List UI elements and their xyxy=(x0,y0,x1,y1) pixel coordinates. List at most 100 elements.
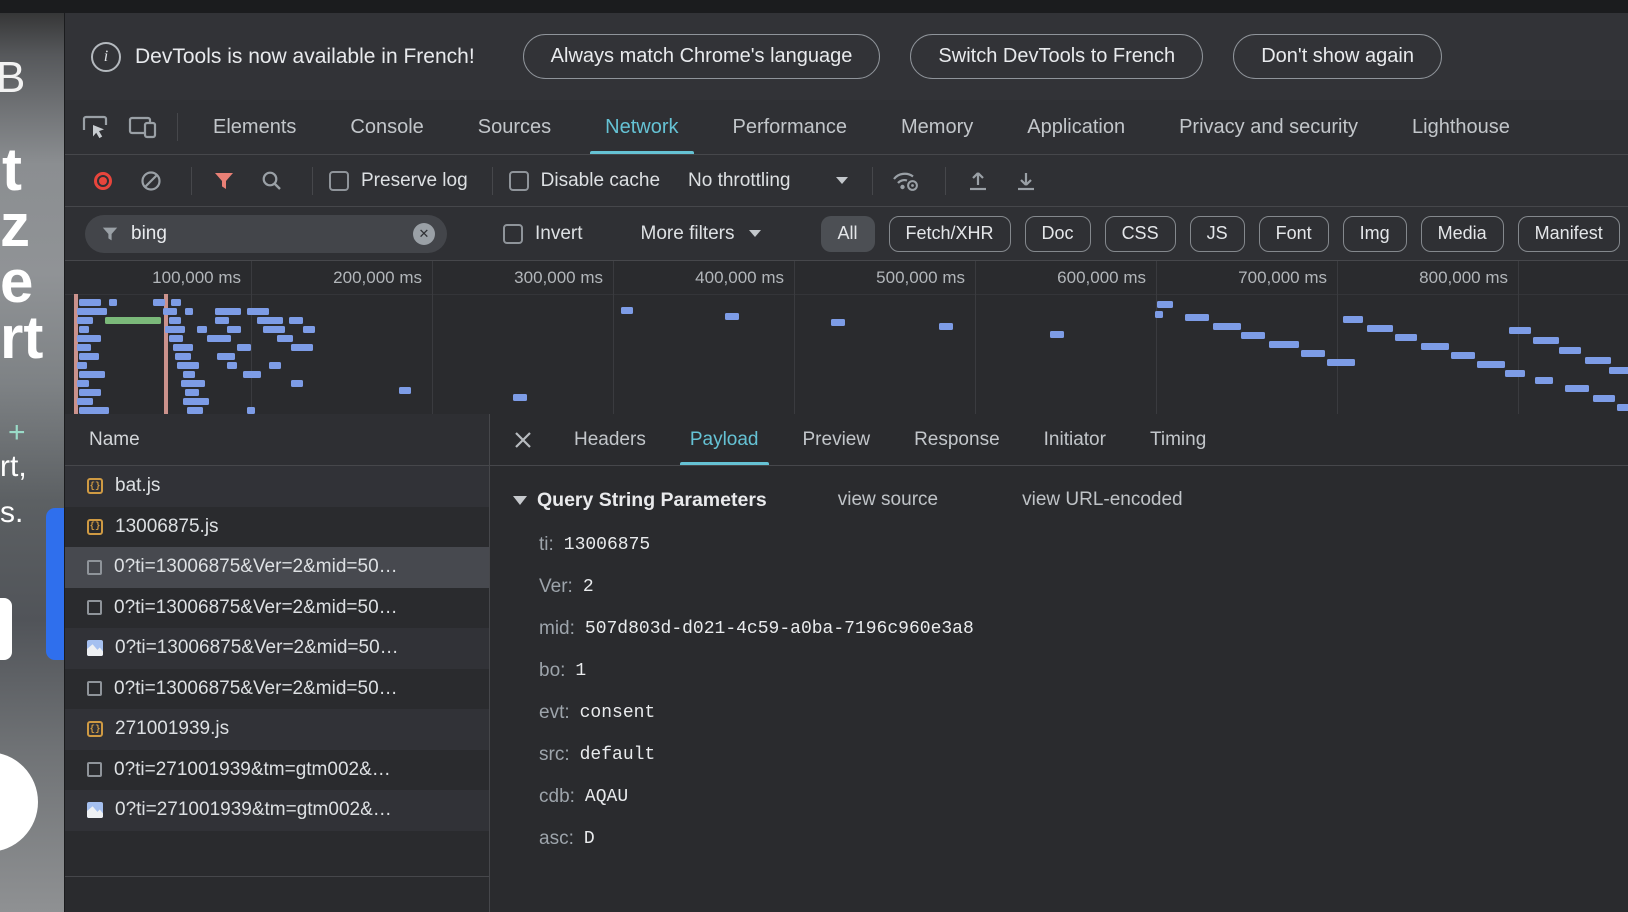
network-conditions-icon[interactable] xyxy=(889,164,921,198)
waterfall-request-bar xyxy=(227,362,237,369)
tab-application[interactable]: Application xyxy=(1000,100,1152,154)
request-row[interactable]: 0?ti=13006875&Ver=2&mid=50… xyxy=(65,669,489,710)
payload-pane: Query String Parameters view source view… xyxy=(490,466,1628,860)
clear-network-log-icon[interactable] xyxy=(135,164,167,198)
page-text-fragment: s. xyxy=(0,498,23,528)
details-tabs: HeadersPayloadPreviewResponseInitiatorTi… xyxy=(552,414,1228,465)
page-white-card-fragment xyxy=(0,598,12,660)
waterfall-request-bar xyxy=(79,371,105,378)
filter-chip-font[interactable]: Font xyxy=(1259,216,1329,252)
detail-tab-initiator[interactable]: Initiator xyxy=(1022,414,1128,465)
request-name: 0?ti=13006875&Ver=2&mid=50… xyxy=(114,597,398,619)
tab-console[interactable]: Console xyxy=(323,100,450,154)
view-url-encoded-link[interactable]: view URL-encoded xyxy=(1022,489,1183,511)
detail-tab-response[interactable]: Response xyxy=(892,414,1022,465)
network-overview-waterfall[interactable]: 100,000 ms200,000 ms300,000 ms400,000 ms… xyxy=(65,261,1628,415)
chevron-down-icon xyxy=(836,177,848,184)
record-button[interactable] xyxy=(87,164,119,198)
devtools-panel: i DevTools is now available in French! A… xyxy=(64,13,1628,912)
request-row[interactable]: 0?ti=13006875&Ver=2&mid=50… xyxy=(65,628,489,669)
waterfall-request-bar xyxy=(1327,359,1355,366)
view-source-link[interactable]: view source xyxy=(838,489,938,511)
filter-chip-fetch-xhr[interactable]: Fetch/XHR xyxy=(889,216,1011,252)
tab-network[interactable]: Network xyxy=(578,100,705,154)
request-row[interactable]: {}271001939.js xyxy=(65,709,489,750)
disclosure-triangle-icon xyxy=(513,496,527,505)
waterfall-request-bar xyxy=(269,362,281,369)
export-har-icon[interactable] xyxy=(1010,164,1042,198)
waterfall-request-bar xyxy=(187,407,203,414)
more-filters-label: More filters xyxy=(641,223,735,245)
waterfall-request-bar xyxy=(1617,404,1628,411)
filter-chip-img[interactable]: Img xyxy=(1343,216,1407,252)
waterfall-request-bar xyxy=(1535,377,1553,384)
query-string-parameters-header[interactable]: Query String Parameters view source view… xyxy=(513,482,1628,518)
filter-chip-all[interactable]: All xyxy=(821,216,875,252)
request-row[interactable]: 0?ti=13006875&Ver=2&mid=50… xyxy=(65,588,489,629)
tab-elements[interactable]: Elements xyxy=(186,100,323,154)
filter-chip-js[interactable]: JS xyxy=(1190,216,1245,252)
waterfall-time-label: 500,000 ms xyxy=(876,268,965,288)
waterfall-request-bar xyxy=(1155,311,1163,318)
request-rows: {}bat.js{}13006875.js0?ti=13006875&Ver=2… xyxy=(65,466,489,831)
waterfall-request-bar xyxy=(77,380,89,387)
request-row[interactable]: {}13006875.js xyxy=(65,507,489,548)
page-chat-fab-fragment[interactable] xyxy=(0,752,38,852)
waterfall-time-label: 400,000 ms xyxy=(695,268,784,288)
waterfall-request-bar xyxy=(215,308,241,315)
name-column-header[interactable]: Name xyxy=(65,414,489,466)
close-icon[interactable] xyxy=(510,414,536,465)
search-icon[interactable] xyxy=(256,164,288,198)
waterfall-request-bar xyxy=(177,362,199,369)
waterfall-request-bar xyxy=(197,326,207,333)
param-name: ti: xyxy=(539,534,554,556)
request-row[interactable]: 0?ti=271001939&tm=gtm002&… xyxy=(65,750,489,791)
tab-memory[interactable]: Memory xyxy=(874,100,1000,154)
filter-chip-manifest[interactable]: Manifest xyxy=(1518,216,1620,252)
waterfall-time-label: 600,000 ms xyxy=(1057,268,1146,288)
waterfall-request-bar xyxy=(163,308,177,315)
request-row[interactable]: {}bat.js xyxy=(65,466,489,507)
details-tab-bar: HeadersPayloadPreviewResponseInitiatorTi… xyxy=(490,414,1628,466)
detail-tab-preview[interactable]: Preview xyxy=(781,414,893,465)
param-name: asc: xyxy=(539,828,574,850)
clear-filter-icon[interactable]: ✕ xyxy=(413,223,435,245)
detail-tab-timing[interactable]: Timing xyxy=(1128,414,1228,465)
request-row[interactable]: 0?ti=271001939&tm=gtm002&… xyxy=(65,790,489,831)
waterfall-request-bar xyxy=(1565,385,1589,392)
tab-privacy-and-security[interactable]: Privacy and security xyxy=(1152,100,1385,154)
invert-checkbox[interactable] xyxy=(503,224,523,244)
detail-tab-payload[interactable]: Payload xyxy=(668,414,781,465)
request-name: 0?ti=13006875&Ver=2&mid=50… xyxy=(114,678,398,700)
switch-to-french-button[interactable]: Switch DevTools to French xyxy=(910,34,1203,79)
preserve-log-checkbox[interactable] xyxy=(329,171,349,191)
dont-show-again-button[interactable]: Don't show again xyxy=(1233,34,1442,79)
filter-chip-css[interactable]: CSS xyxy=(1105,216,1176,252)
tab-performance[interactable]: Performance xyxy=(706,100,875,154)
filter-input[interactable] xyxy=(129,222,403,246)
filter-chip-media[interactable]: Media xyxy=(1421,216,1504,252)
page-blue-button-fragment[interactable] xyxy=(46,508,64,660)
waterfall-request-bar xyxy=(1185,314,1209,321)
match-language-button[interactable]: Always match Chrome's language xyxy=(523,34,881,79)
waterfall-request-bar xyxy=(939,323,953,330)
tab-sources[interactable]: Sources xyxy=(451,100,578,154)
throttling-select[interactable]: No throttling xyxy=(688,170,848,192)
waterfall-request-bar xyxy=(1301,350,1325,357)
filter-toggle-icon[interactable] xyxy=(208,164,240,198)
inspect-element-icon[interactable] xyxy=(79,110,111,144)
waterfall-request-bar xyxy=(183,371,195,378)
detail-tab-headers[interactable]: Headers xyxy=(552,414,668,465)
screen: Btzert+rt,s. i DevTools is now available… xyxy=(0,0,1628,912)
waterfall-request-bar xyxy=(169,335,183,342)
query-param-row: asc:D xyxy=(539,818,1628,860)
device-toolbar-icon[interactable] xyxy=(127,110,159,144)
more-filters-button[interactable]: More filters xyxy=(641,223,761,245)
filter-chip-doc[interactable]: Doc xyxy=(1025,216,1091,252)
tab-lighthouse[interactable]: Lighthouse xyxy=(1385,100,1537,154)
param-value: AQAU xyxy=(585,787,628,807)
request-row[interactable]: 0?ti=13006875&Ver=2&mid=50… xyxy=(65,547,489,588)
page-text-fragment: + xyxy=(8,418,26,448)
import-har-icon[interactable] xyxy=(962,164,994,198)
disable-cache-checkbox[interactable] xyxy=(509,171,529,191)
